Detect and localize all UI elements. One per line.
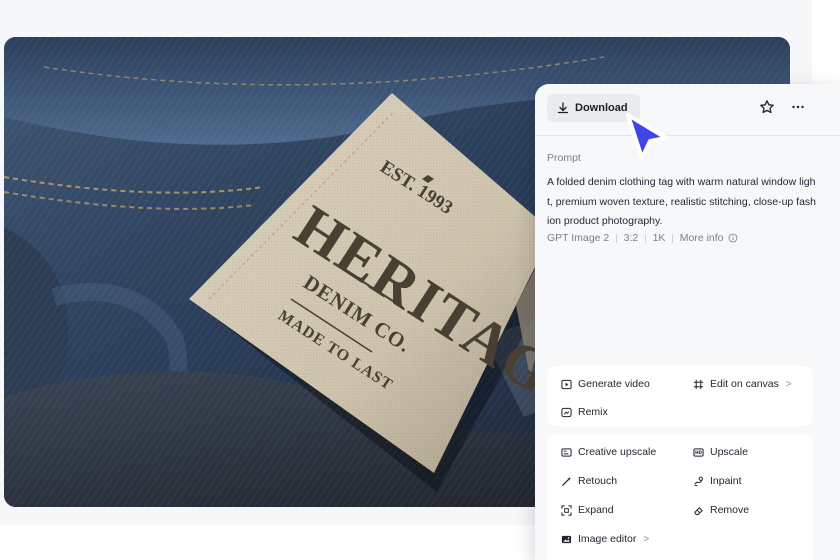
primary-actions-card: Generate video Edit on canvas > Remix xyxy=(547,366,813,426)
upscale-button[interactable]: HD Upscale xyxy=(693,446,748,458)
inpaint-icon xyxy=(694,476,703,486)
upscale-icon: HD xyxy=(693,447,704,457)
panel-header: Download xyxy=(535,84,840,136)
inpaint-label: Inpaint xyxy=(710,475,742,487)
prompt-text: A folded denim clothing tag with warm na… xyxy=(547,176,817,227)
edit-on-canvas-label: Edit on canvas xyxy=(710,378,779,390)
more-options-button[interactable] xyxy=(787,97,809,117)
chevron-right-icon: > xyxy=(643,533,650,545)
cursor-pointer-icon xyxy=(626,113,668,160)
favorite-button[interactable] xyxy=(757,97,777,117)
meta-separator: | xyxy=(615,233,618,243)
more-info-label: More info xyxy=(679,232,724,244)
remove-label: Remove xyxy=(710,504,750,516)
eraser-icon xyxy=(694,506,703,515)
hd-icon xyxy=(561,447,572,457)
expand-button[interactable]: Expand xyxy=(561,504,614,516)
play-icon xyxy=(561,379,572,389)
svg-text:HD: HD xyxy=(695,450,702,455)
meta-separator: | xyxy=(671,233,674,243)
chevron-right-icon: > xyxy=(785,378,792,390)
remix-label: Remix xyxy=(578,406,608,418)
meta-ratio: 3:2 xyxy=(623,232,639,244)
tools-card: Creative upscale HD Upscale Retouch Inpa… xyxy=(547,434,813,560)
wand-icon xyxy=(562,476,572,486)
generation-meta: GPT Image 2 | 3:2 | 1K | More info xyxy=(547,232,738,244)
generate-video-label: Generate video xyxy=(578,378,650,390)
retouch-button[interactable]: Retouch xyxy=(561,475,617,487)
inpaint-button[interactable]: Inpaint xyxy=(693,475,742,487)
meta-resolution: 1K xyxy=(652,232,666,244)
meta-separator: | xyxy=(644,233,647,243)
more-icon xyxy=(792,105,804,109)
download-icon xyxy=(557,102,569,114)
star-icon xyxy=(760,100,774,114)
prompt-label: Prompt xyxy=(547,152,581,164)
image-editor-icon xyxy=(561,535,572,543)
more-info-link[interactable]: More info xyxy=(680,232,738,244)
remix-button[interactable]: Remix xyxy=(561,406,608,418)
upscale-label: Upscale xyxy=(710,446,748,458)
image-editor-button[interactable]: Image editor > xyxy=(561,533,649,545)
edit-on-canvas-button[interactable]: Edit on canvas > xyxy=(693,378,792,390)
expand-icon xyxy=(561,504,572,516)
expand-label: Expand xyxy=(578,504,614,516)
generate-video-button[interactable]: Generate video xyxy=(561,378,650,390)
info-icon xyxy=(728,233,737,243)
retouch-label: Retouch xyxy=(578,475,618,487)
crop-icon xyxy=(693,379,704,389)
image-detail-panel: Download Prompt A folded denim clothing … xyxy=(535,84,840,560)
remix-icon xyxy=(561,407,572,417)
image-editor-label: Image editor xyxy=(578,533,637,545)
meta-model: GPT Image 2 xyxy=(547,232,610,244)
creative-upscale-button[interactable]: Creative upscale xyxy=(561,446,656,458)
creative-upscale-label: Creative upscale xyxy=(578,446,657,458)
remove-button[interactable]: Remove xyxy=(693,504,749,516)
